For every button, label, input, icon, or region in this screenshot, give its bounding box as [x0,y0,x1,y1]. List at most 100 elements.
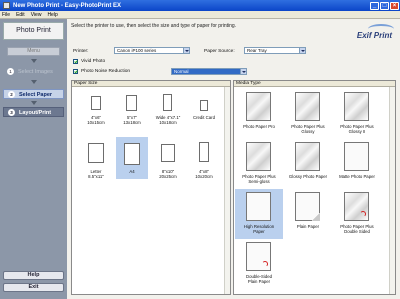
media-double-sided-plain-paper[interactable]: Double-Sided Plain Paper [235,239,283,289]
paper-source-value: Rear Tray [247,48,267,53]
title-bar: New Photo Print - Easy-PhotoPrint EX _ □… [0,0,400,11]
glossy-paper-icon [295,92,320,121]
paper-source-label: Paper Source: [204,49,235,54]
menu-edit[interactable]: Edit [16,12,25,18]
chevron-down-icon [240,69,246,74]
paper-size-sublabel: 20x25cm [159,174,177,179]
vivid-photo-label: Vivid Photo [81,59,106,64]
step-label: Select Paper [19,92,53,98]
exit-button[interactable]: Exit [3,283,64,292]
paper-size-sublabel: 10x20cm [195,174,213,179]
printer-select-value: Canon iP100 series [117,48,157,53]
vivid-photo-checkbox[interactable] [73,59,78,64]
double-sided-paper-icon [246,242,271,271]
app-icon [3,2,10,9]
paper-icon [88,143,104,163]
step-label: Select Images [18,69,53,75]
paper-icon [200,100,208,111]
step-select-images[interactable]: 1 Select Images [3,67,64,77]
menu-view[interactable]: View [31,12,42,18]
media-label: Photo Paper Plus Semi-gloss [242,174,276,184]
paper-size-sublabel: 8.5"x11" [88,174,104,179]
paper-size-scrollbar[interactable] [224,87,230,294]
window-title: New Photo Print - Easy-PhotoPrint EX [13,2,122,9]
paper-icon [91,96,101,110]
maximize-button[interactable]: □ [380,1,389,10]
step-select-paper[interactable]: 2 Select Paper [3,89,64,99]
media-glossy-photo-paper[interactable]: Glossy Photo Paper [284,139,332,189]
step-layout-print[interactable]: 3 Layout/Print [3,107,64,117]
paper-icon [161,144,175,162]
media-label: Photo Paper Pro [243,124,275,129]
paper-size-wide-4x7[interactable]: Wide 4"x7.1" 10x18cm [152,91,184,133]
step-number-badge: 3 [8,109,15,117]
paper-size-label: Credit Card [193,115,215,120]
paper-size-4x8[interactable]: 4"x8" 10x20cm [188,139,220,181]
media-label: Matte Photo Paper [339,174,375,179]
help-button[interactable]: Help [3,271,64,280]
noise-reduction-select[interactable]: Normal [171,68,247,75]
arrow-down-icon [31,80,37,84]
glossy-paper-icon [344,92,369,121]
paper-size-letter[interactable]: Letter 8.5"x11" [80,139,112,181]
step-number-badge: 2 [8,91,15,99]
paper-size-4x6[interactable]: 4"x6" 10x15cm [80,91,112,133]
noise-reduction-value: Normal [174,69,189,74]
paper-size-header: Paper Size [72,81,230,87]
chevron-down-icon [299,48,305,53]
media-photo-paper-plus-glossy[interactable]: Photo Paper Plus Glossy [284,89,332,139]
arrow-down-icon [31,59,37,63]
noise-reduction-label: Photo Noise Reduction [81,69,131,74]
paper-icon [163,94,172,111]
media-matte-photo-paper[interactable]: Matte Photo Paper [333,139,381,189]
media-label: High Resolution Paper [243,224,275,234]
media-label: Glossy Photo Paper [288,174,328,179]
glossy-paper-icon [246,92,271,121]
paper-size-label: A4 [129,169,135,174]
paper-size-sublabel: 13x18cm [123,120,141,125]
menu-bar: File Edit View Help [0,11,400,19]
printer-label: Printer: [73,49,89,54]
sidebar: Photo Print Menu 1 Select Images 2 Select … [0,19,67,299]
media-label: Photo Paper Plus Glossy [291,124,325,134]
paper-icon [126,95,137,111]
media-photo-paper-plus-semi-gloss[interactable]: Photo Paper Plus Semi-gloss [235,139,283,189]
media-photo-paper-plus-double-sided[interactable]: Photo Paper Plus Double Sided [333,189,381,239]
paper-size-5x7[interactable]: 5"x7" 13x18cm [116,91,148,133]
paper-icon [124,143,140,165]
noise-reduction-checkbox[interactable] [73,69,78,74]
close-button[interactable]: × [390,1,399,10]
media-type-panel: Media Type Photo Paper Pro Photo Paper P… [233,80,396,295]
sidebar-title: Photo Print [3,22,64,40]
matte-paper-icon [344,142,369,171]
arrow-down-icon [31,101,37,105]
paper-size-8x10[interactable]: 8"x10" 20x25cm [152,139,184,181]
paper-size-a4[interactable]: A4 [116,137,148,179]
paper-size-sublabel: 10x15cm [87,120,105,125]
media-label: Photo Paper Plus Double Sided [340,224,374,234]
paper-size-credit-card[interactable]: Credit Card [188,91,220,133]
paper-source-select[interactable]: Rear Tray [244,47,306,54]
menu-file[interactable]: File [2,12,10,18]
menu-button[interactable]: Menu [7,47,60,56]
paper-size-sublabel: 10x18cm [159,120,177,125]
plain-paper-icon [295,192,320,221]
instruction-text: Select the printer to use, then select t… [71,23,237,29]
media-label: Double-Sided Plain Paper [245,274,273,284]
step-label: Layout/Print [19,110,52,116]
menu-help[interactable]: Help [47,12,57,18]
media-label: Photo Paper Plus Glossy II [340,124,374,134]
double-sided-paper-icon [344,192,369,221]
media-type-scrollbar[interactable] [389,87,395,294]
main-content: Select the printer to use, then select t… [67,19,400,299]
paper-icon [246,192,271,221]
printer-select[interactable]: Canon iP100 series [114,47,190,54]
glossy-paper-icon [295,142,320,171]
step-number-badge: 1 [7,68,14,76]
media-photo-paper-plus-glossy-ii[interactable]: Photo Paper Plus Glossy II [333,89,381,139]
media-high-resolution-paper[interactable]: High Resolution Paper [235,189,283,239]
media-plain-paper[interactable]: Plain Paper [284,189,332,239]
glossy-paper-icon [246,142,271,171]
minimize-button[interactable]: _ [370,1,379,10]
media-photo-paper-pro[interactable]: Photo Paper Pro [235,89,283,139]
